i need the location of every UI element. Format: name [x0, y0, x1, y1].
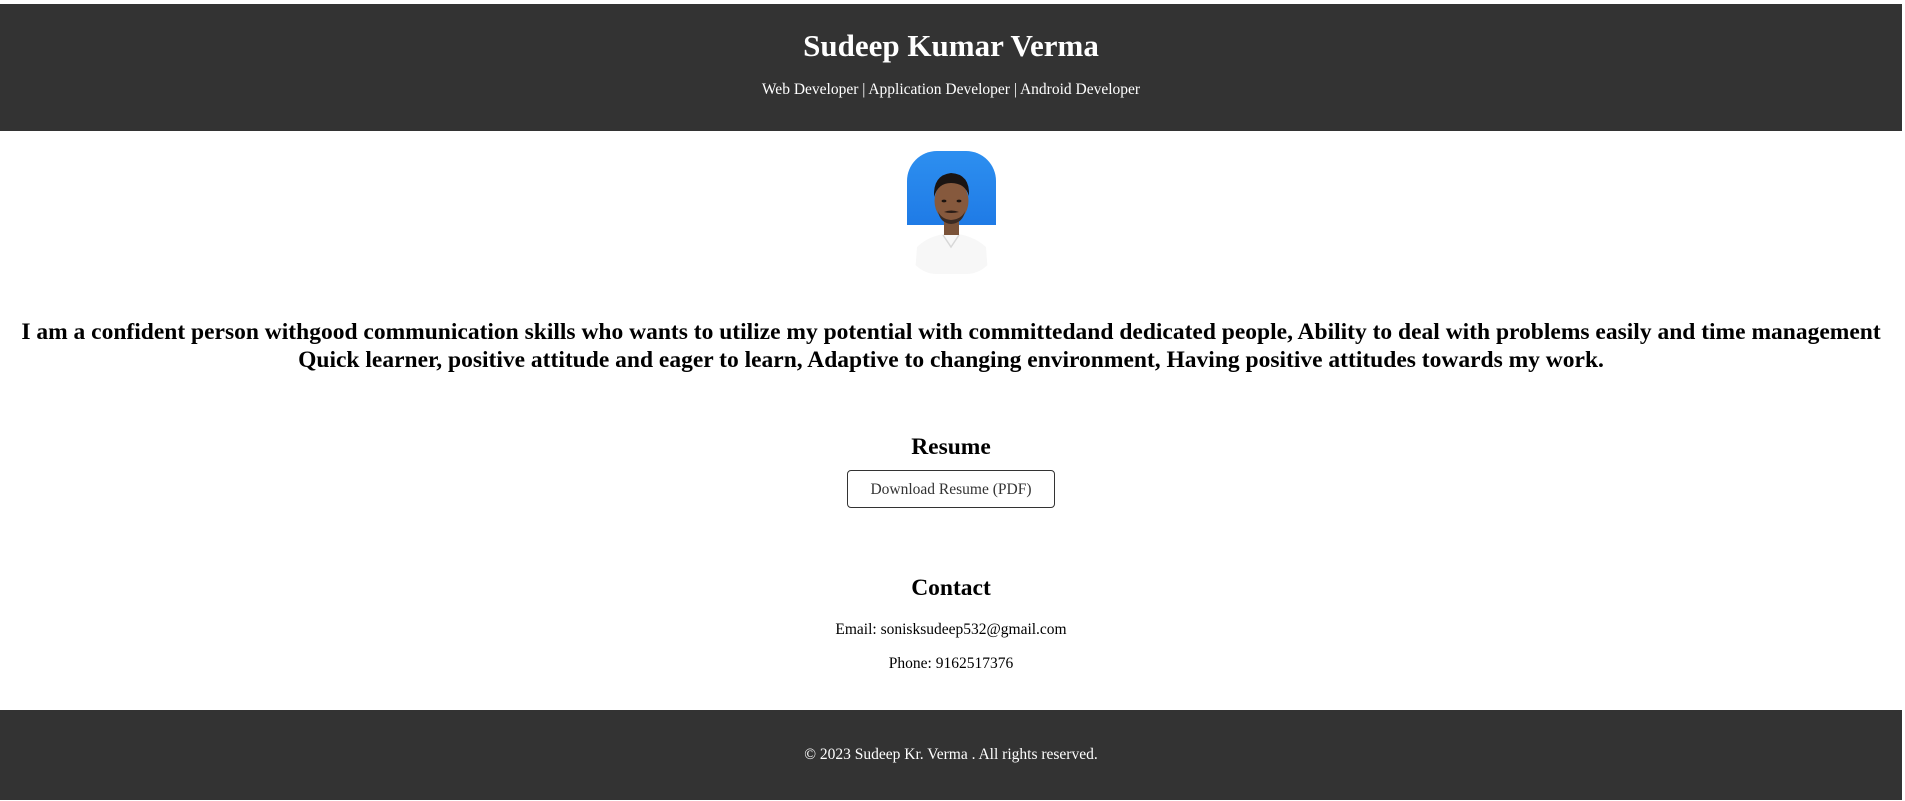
resume-heading: Resume: [911, 434, 991, 460]
contact-phone: Phone: 9162517376: [888, 655, 1014, 672]
site-header: Sudeep Kumar Verma Web Developer | Appli…: [0, 4, 1902, 131]
profile-name: Sudeep Kumar Verma: [803, 28, 1099, 63]
download-resume-button[interactable]: Download Resume (PDF): [847, 470, 1055, 508]
site-footer: © 2023 Sudeep Kr. Verma . All rights res…: [0, 710, 1902, 800]
profile-photo: [907, 151, 996, 274]
copyright-text: © 2023 Sudeep Kr. Verma . All rights res…: [804, 746, 1098, 763]
contact-email: Email: sonisksudeep532@gmail.com: [835, 621, 1067, 638]
profile-roles: Web Developer | Application Developer | …: [761, 81, 1141, 98]
bio-text: I am a confident person withgood communi…: [21, 319, 1881, 373]
contact-heading: Contact: [911, 575, 991, 601]
